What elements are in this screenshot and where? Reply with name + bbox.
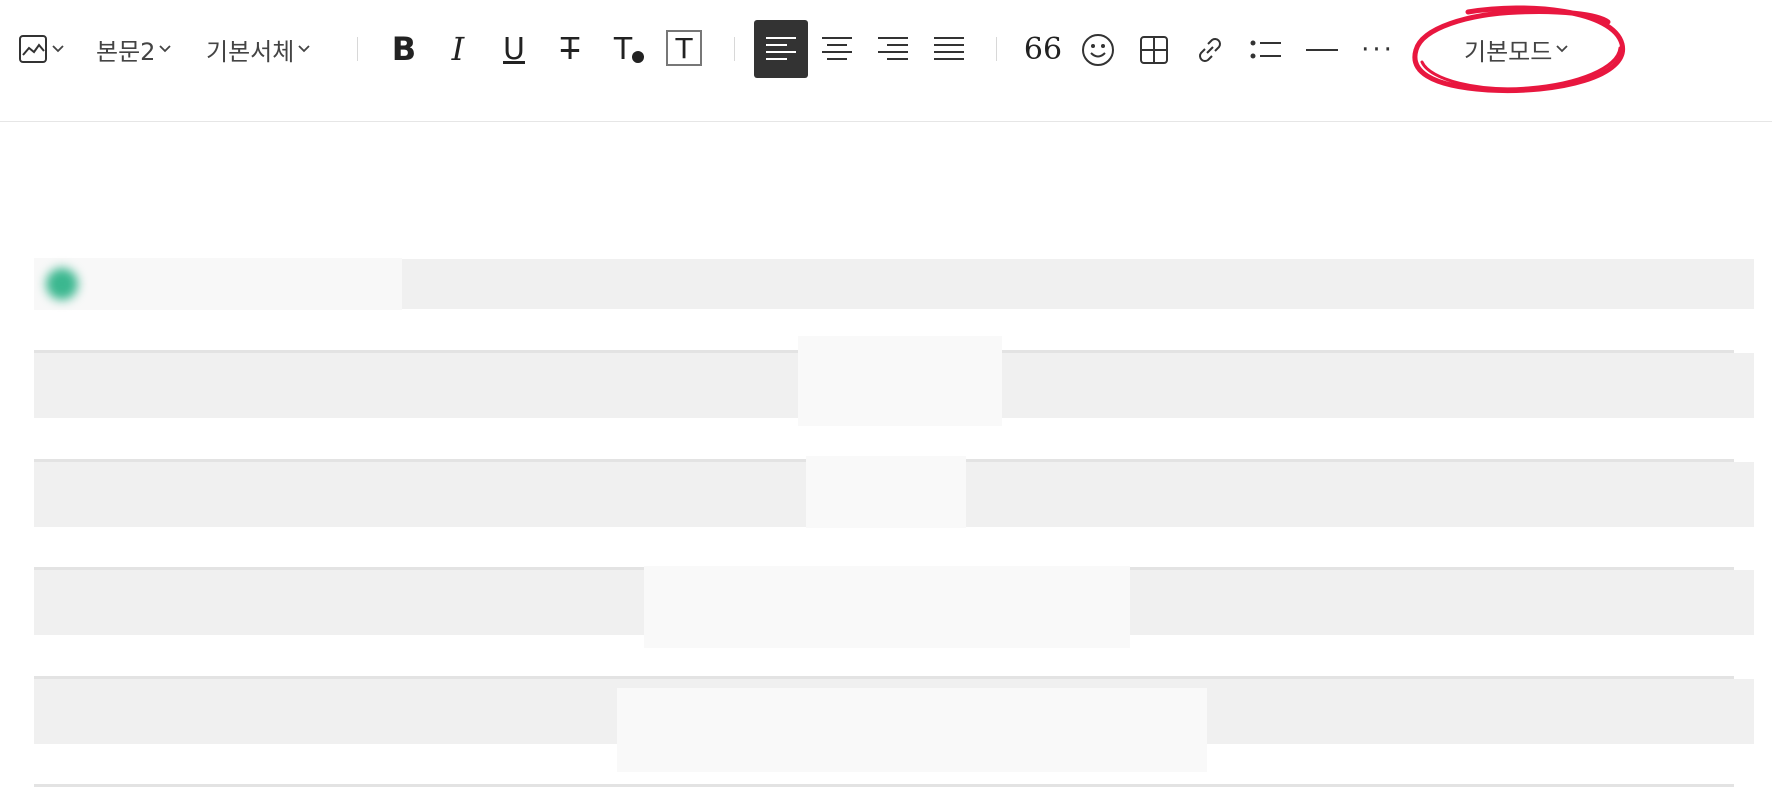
quote-button[interactable]: 66 [1018, 26, 1068, 72]
chevron-down-icon [1556, 45, 1568, 53]
table-cell[interactable] [806, 456, 966, 528]
strikethrough-button[interactable]: T [550, 26, 590, 72]
header-chip [34, 258, 402, 310]
table-cell[interactable] [798, 336, 1002, 426]
text-background-button[interactable]: T [666, 30, 702, 66]
bold-button[interactable]: B [384, 26, 424, 72]
italic-icon: I [452, 30, 465, 68]
paragraph-style-dropdown[interactable]: 본문2 [96, 30, 171, 68]
align-right-icon [877, 35, 909, 63]
text-color-icon: T [614, 32, 632, 67]
table-cell[interactable] [617, 688, 1207, 772]
emoji-icon [1081, 33, 1115, 67]
image-icon [18, 34, 48, 64]
chevron-down-icon [52, 45, 64, 53]
italic-button[interactable]: I [438, 26, 478, 72]
strikethrough-icon: T [561, 32, 579, 67]
divider-icon [1306, 48, 1338, 52]
paragraph-style-label: 본문2 [96, 32, 155, 67]
row-divider [34, 784, 1734, 787]
editor-mode-dropdown[interactable]: 기본모드 [1464, 30, 1568, 68]
underline-icon: U [503, 32, 525, 67]
bold-icon: B [392, 30, 416, 68]
divider-button[interactable] [1300, 28, 1344, 72]
align-left-button[interactable] [754, 20, 808, 78]
align-left-icon [765, 35, 797, 63]
chevron-down-icon [298, 45, 310, 53]
table-cell[interactable] [644, 566, 1130, 648]
table-icon [1139, 35, 1169, 65]
align-justify-button[interactable] [922, 20, 976, 78]
quote-icon: 66 [1024, 32, 1062, 67]
list-button[interactable] [1244, 28, 1288, 72]
align-right-button[interactable] [866, 20, 920, 78]
color-dot-icon [632, 51, 644, 63]
font-family-dropdown[interactable]: 기본서체 [206, 30, 310, 68]
text-background-icon: T [675, 32, 692, 65]
underline-button[interactable]: U [494, 26, 534, 72]
align-center-icon [821, 35, 853, 63]
toolbar-separator [734, 37, 735, 61]
link-icon [1194, 34, 1226, 66]
align-justify-icon [933, 35, 965, 63]
toolbar-separator [357, 37, 358, 61]
toolbar-separator [996, 37, 997, 61]
list-icon [1250, 38, 1282, 62]
avatar [46, 268, 78, 300]
table-button[interactable] [1132, 28, 1176, 72]
chevron-down-icon [159, 45, 171, 53]
font-family-label: 기본서체 [206, 32, 294, 67]
more-icon: ··· [1361, 35, 1395, 65]
editor-mode-label: 기본모드 [1464, 32, 1552, 67]
image-insert-button[interactable] [14, 32, 68, 66]
link-button[interactable] [1188, 28, 1232, 72]
emoji-button[interactable] [1076, 28, 1120, 72]
text-color-button[interactable]: T [606, 26, 652, 72]
editor-toolbar: 본문2 기본서체 B I U T T T [0, 0, 1772, 122]
more-button[interactable]: ··· [1356, 28, 1400, 72]
align-center-button[interactable] [810, 20, 864, 78]
